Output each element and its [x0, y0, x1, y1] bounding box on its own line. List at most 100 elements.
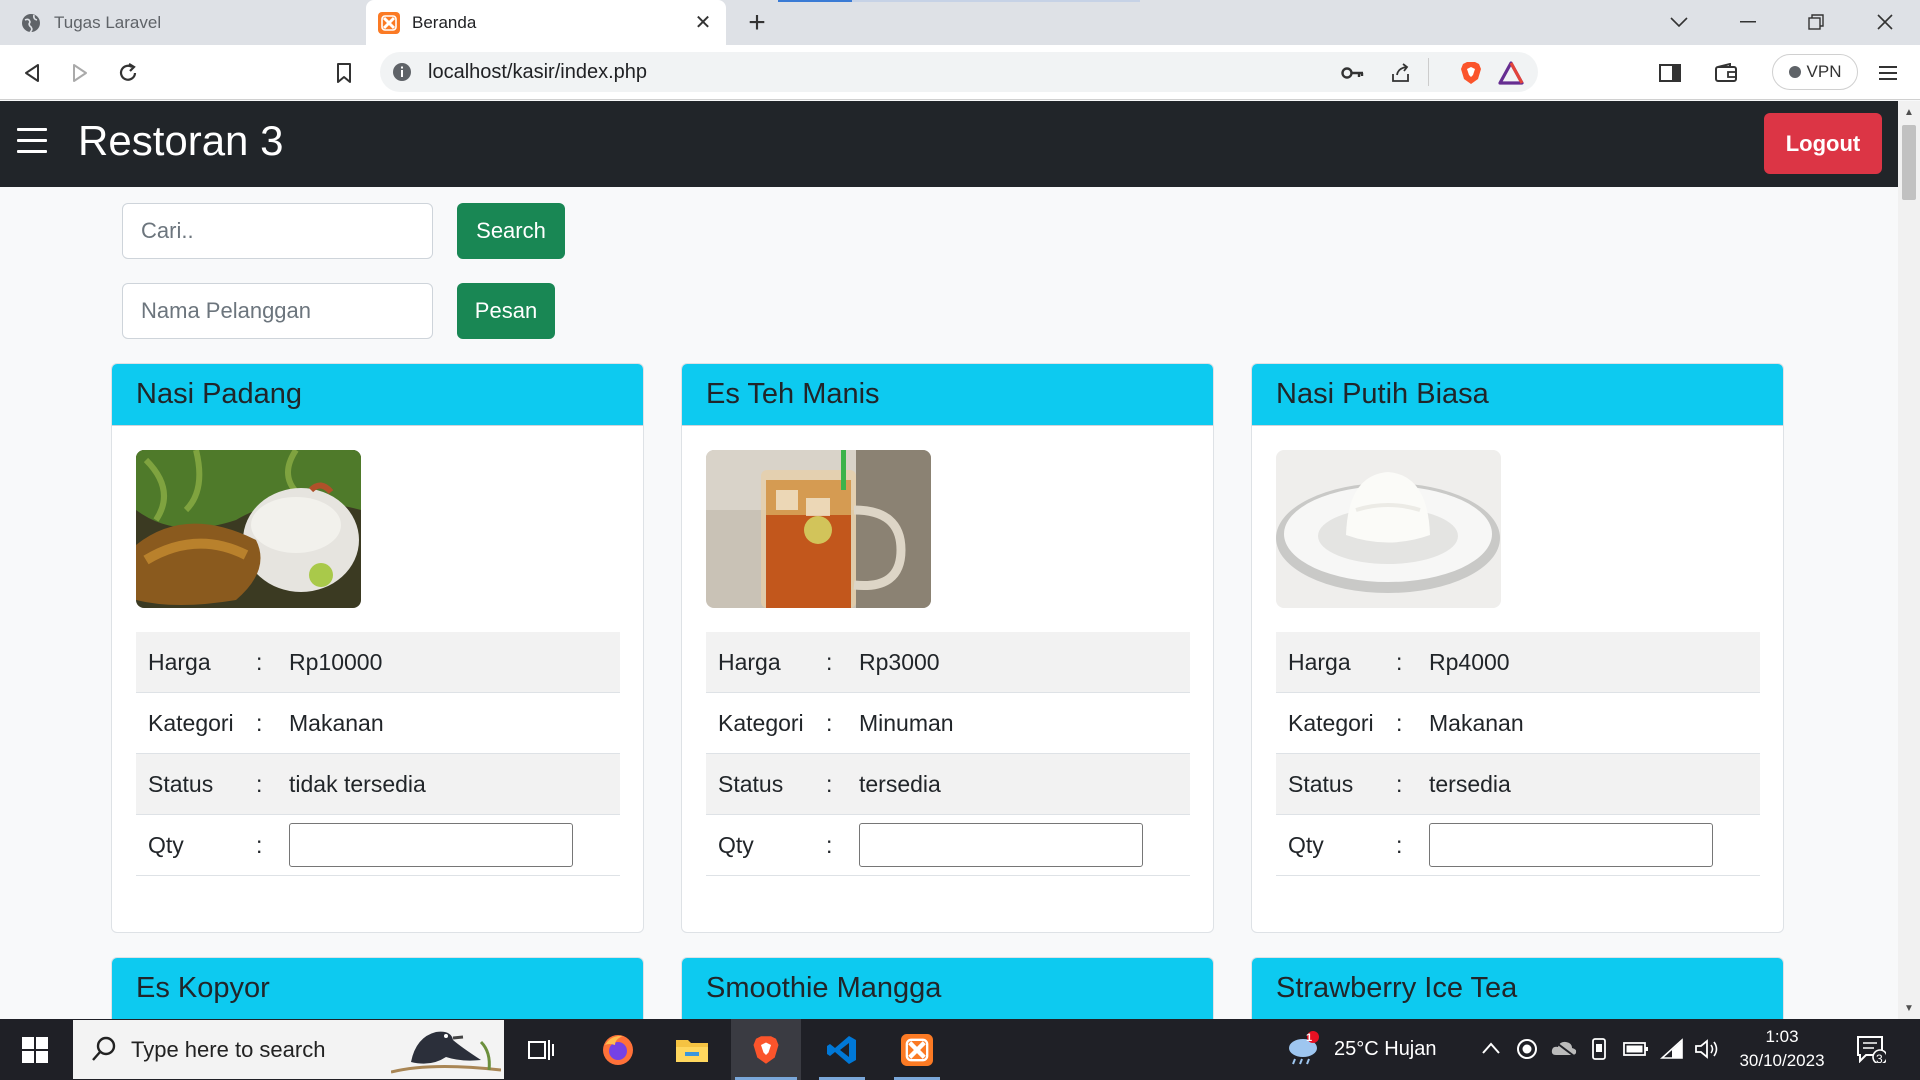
customer-name-input[interactable] — [122, 283, 433, 339]
windows-start-icon[interactable] — [0, 1019, 70, 1080]
food-image-nasi-putih — [1276, 450, 1501, 608]
colon: : — [826, 709, 833, 736]
back-icon[interactable] — [16, 57, 48, 89]
tab-search-chevron-icon[interactable] — [1664, 8, 1694, 36]
price-value: Rp3000 — [859, 648, 940, 675]
status-label: Status — [148, 770, 214, 797]
sidebar-icon[interactable] — [1654, 57, 1686, 89]
tab-beranda[interactable]: Beranda ✕ — [366, 0, 726, 45]
tab-tugas-laravel[interactable]: Tugas Laravel — [0, 0, 365, 45]
battery-icon[interactable] — [1623, 1041, 1649, 1062]
colon: : — [826, 770, 833, 797]
qty-label: Qty — [718, 831, 754, 858]
logout-button[interactable]: Logout — [1764, 113, 1882, 174]
category-label: Kategori — [718, 709, 804, 736]
device-icon[interactable] — [1590, 1038, 1608, 1065]
qty-input[interactable] — [1429, 823, 1713, 867]
reload-icon[interactable] — [112, 57, 144, 89]
menu-card: Es Kopyor — [111, 957, 644, 1019]
share-icon[interactable] — [1388, 60, 1414, 86]
order-button[interactable]: Pesan — [457, 283, 555, 339]
hamburger-menu-icon[interactable] — [17, 128, 47, 154]
restore-window-icon[interactable] — [1801, 8, 1831, 36]
qty-label: Qty — [1288, 831, 1324, 858]
volume-icon[interactable] — [1694, 1038, 1720, 1065]
key-icon[interactable] — [1340, 60, 1366, 86]
price-row: Harga : Rp3000 — [706, 632, 1190, 693]
search-input[interactable] — [122, 203, 433, 259]
weather-text[interactable]: 25°C Hujan — [1334, 1038, 1437, 1061]
status-row: Status : tersedia — [706, 754, 1190, 815]
vscode-icon[interactable] — [807, 1019, 877, 1080]
menu-card: Nasi Putih Biasa Harga : Rp4000 Kategori… — [1251, 363, 1784, 933]
tab-title: Beranda — [412, 12, 477, 32]
food-image-nasi-padang — [136, 450, 361, 608]
info-table: Harga : Rp10000 Kategori : Makanan Statu… — [136, 632, 620, 876]
site-info-icon[interactable] — [392, 62, 412, 82]
menu-icon[interactable] — [1872, 57, 1904, 89]
price-label: Harga — [1288, 648, 1351, 675]
system-clock[interactable]: 1:03 30/10/2023 — [1718, 1025, 1846, 1073]
price-label: Harga — [718, 648, 781, 675]
wifi-icon[interactable] — [1659, 1038, 1684, 1065]
status-label: Status — [1288, 770, 1354, 797]
onedrive-icon[interactable] — [1551, 1039, 1577, 1062]
scroll-thumb[interactable] — [1902, 125, 1916, 200]
brave-rewards-icon[interactable] — [1498, 60, 1524, 86]
page-scrollbar[interactable]: ▲ ▼ — [1898, 101, 1920, 1019]
qty-row: Qty : — [136, 815, 620, 876]
category-value: Makanan — [1429, 709, 1524, 736]
close-tab-icon[interactable]: ✕ — [692, 11, 714, 34]
info-table: Harga : Rp4000 Kategori : Makanan Status… — [1276, 632, 1760, 876]
scroll-up-arrow-icon[interactable]: ▲ — [1903, 107, 1915, 118]
menu-card: Strawberry Ice Tea — [1251, 957, 1784, 1019]
card-title: Strawberry Ice Tea — [1252, 958, 1783, 1019]
price-label: Harga — [148, 648, 211, 675]
search-icon — [91, 1036, 117, 1067]
scroll-down-arrow-icon[interactable]: ▼ — [1903, 1003, 1915, 1014]
brave-shields-icon[interactable] — [1458, 60, 1484, 86]
qty-input[interactable] — [289, 823, 573, 867]
card-title: Smoothie Mangga — [682, 958, 1213, 1019]
forward-icon[interactable] — [64, 57, 96, 89]
task-view-icon[interactable] — [506, 1019, 576, 1080]
status-row: Status : tidak tersedia — [136, 754, 620, 815]
record-icon[interactable] — [1516, 1038, 1538, 1065]
category-label: Kategori — [148, 709, 234, 736]
price-row: Harga : Rp4000 — [1276, 632, 1760, 693]
xampp-taskbar-icon[interactable] — [882, 1019, 952, 1080]
colon: : — [1396, 770, 1403, 797]
status-label: Status — [718, 770, 784, 797]
close-window-icon[interactable] — [1870, 8, 1900, 36]
tab-title: Tugas Laravel — [54, 12, 162, 32]
tray-overflow-chevron-icon[interactable] — [1482, 1041, 1500, 1059]
menu-card: Smoothie Mangga — [681, 957, 1214, 1019]
category-row: Kategori : Makanan — [1276, 693, 1760, 754]
address-bar[interactable]: localhost/kasir/index.php — [380, 52, 1538, 92]
qty-input[interactable] — [859, 823, 1143, 867]
bookmark-icon[interactable] — [328, 57, 360, 89]
vpn-button[interactable]: VPN — [1772, 54, 1858, 90]
new-tab-button[interactable]: + — [742, 6, 772, 39]
status-value: tidak tersedia — [289, 770, 426, 797]
taskbar-search-box[interactable]: Type here to search — [73, 1020, 504, 1079]
colon: : — [826, 648, 833, 675]
browser-toolbar: localhost/kasir/index.php VPN — [0, 45, 1920, 100]
search-button[interactable]: Search — [457, 203, 565, 259]
colon: : — [256, 648, 263, 675]
brave-browser-taskbar-icon[interactable] — [731, 1019, 801, 1080]
xampp-icon — [378, 11, 400, 34]
colon: : — [256, 831, 263, 858]
colon: : — [1396, 709, 1403, 736]
card-title: Es Teh Manis — [682, 364, 1213, 426]
wallet-icon[interactable] — [1710, 57, 1742, 89]
weather-rain-icon[interactable] — [1285, 1031, 1321, 1072]
file-explorer-icon[interactable] — [657, 1019, 727, 1080]
qty-row: Qty : — [1276, 815, 1760, 876]
price-row: Harga : Rp10000 — [136, 632, 620, 693]
firefox-icon[interactable] — [583, 1019, 653, 1080]
price-value: Rp10000 — [289, 648, 383, 675]
category-row: Kategori : Minuman — [706, 693, 1190, 754]
minimize-window-icon[interactable] — [1733, 8, 1763, 36]
colon: : — [1396, 648, 1403, 675]
